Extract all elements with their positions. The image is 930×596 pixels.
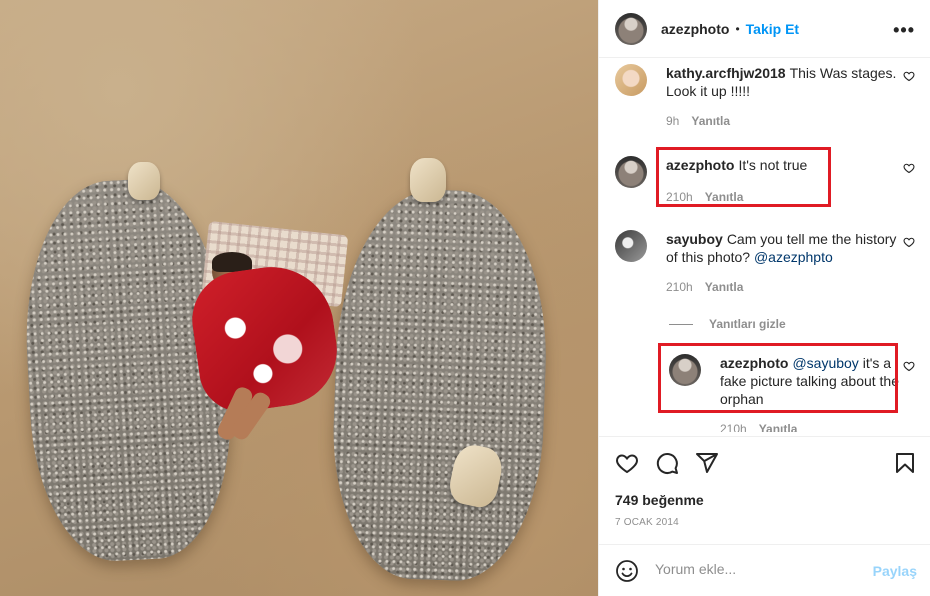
comment-meta: 210h Yanıtla xyxy=(666,280,915,294)
comment-icon[interactable] xyxy=(655,451,679,475)
more-options-icon[interactable]: ••• xyxy=(893,20,915,41)
avatar[interactable] xyxy=(615,230,647,262)
reply-button[interactable]: Yanıtla xyxy=(705,280,744,294)
avatar[interactable] xyxy=(615,156,647,188)
gravel-mound-right xyxy=(328,186,552,584)
divider xyxy=(669,323,693,325)
post-actions: 749 beğenme 7 OCAK 2014 xyxy=(599,436,930,544)
reply-button[interactable]: Yanıtla xyxy=(691,114,730,128)
highlight-box xyxy=(656,147,831,207)
reply-button[interactable]: Yanıtla xyxy=(759,422,798,432)
post-side-panel: azezphoto • Takip Et ••• kathy.arcfhjw20… xyxy=(598,0,930,596)
comment-mention[interactable]: @azezphpto xyxy=(754,249,833,265)
comment-text: kathy.arcfhjw2018 This Was stages. Look i… xyxy=(666,64,898,100)
bookmark-icon[interactable] xyxy=(893,451,917,475)
avatar[interactable] xyxy=(615,12,647,45)
comment-item: sayuboy Cam you tell me the history of th… xyxy=(615,230,915,294)
comment-time[interactable]: 210h xyxy=(720,422,747,432)
comment-username[interactable]: sayuboy xyxy=(666,231,723,247)
like-comment-heart-icon[interactable] xyxy=(903,162,915,174)
separator-dot: • xyxy=(735,21,740,36)
like-comment-heart-icon[interactable] xyxy=(903,360,915,372)
post-date[interactable]: 7 OCAK 2014 xyxy=(615,517,679,528)
post-header: azezphoto • Takip Et ••• xyxy=(599,0,930,58)
headstone-right xyxy=(410,158,446,202)
hide-replies-button[interactable]: Yanıtları gizle xyxy=(669,317,786,331)
comment-composer: Paylaş xyxy=(599,544,930,596)
likes-count[interactable]: 749 beğenme xyxy=(615,492,704,508)
comment-item: kathy.arcfhjw2018 This Was stages. Look i… xyxy=(615,64,915,128)
header-username[interactable]: azezphoto xyxy=(661,21,729,37)
post-comment-button[interactable]: Paylaş xyxy=(873,563,917,579)
share-icon[interactable] xyxy=(695,451,719,475)
emoji-icon[interactable] xyxy=(615,559,639,583)
comment-time[interactable]: 210h xyxy=(666,280,693,294)
avatar[interactable] xyxy=(615,64,647,96)
comment-meta: 210h Yanıtla xyxy=(720,422,915,432)
highlight-box xyxy=(658,343,898,413)
like-comment-heart-icon[interactable] xyxy=(903,236,915,248)
hide-replies-label: Yanıtları gizle xyxy=(709,317,786,331)
comment-username[interactable]: kathy.arcfhjw2018 xyxy=(666,65,786,81)
comment-input[interactable] xyxy=(655,561,855,577)
follow-button[interactable]: Takip Et xyxy=(746,21,799,37)
heart-icon[interactable] xyxy=(615,451,639,475)
comment-meta: 9h Yanıtla xyxy=(666,114,915,128)
post-photo[interactable] xyxy=(0,0,598,596)
child-legs xyxy=(206,382,286,452)
comment-time[interactable]: 9h xyxy=(666,114,679,128)
comment-text: sayuboy Cam you tell me the history of th… xyxy=(666,230,898,266)
like-comment-heart-icon[interactable] xyxy=(903,70,915,82)
headstone-left xyxy=(128,162,160,200)
